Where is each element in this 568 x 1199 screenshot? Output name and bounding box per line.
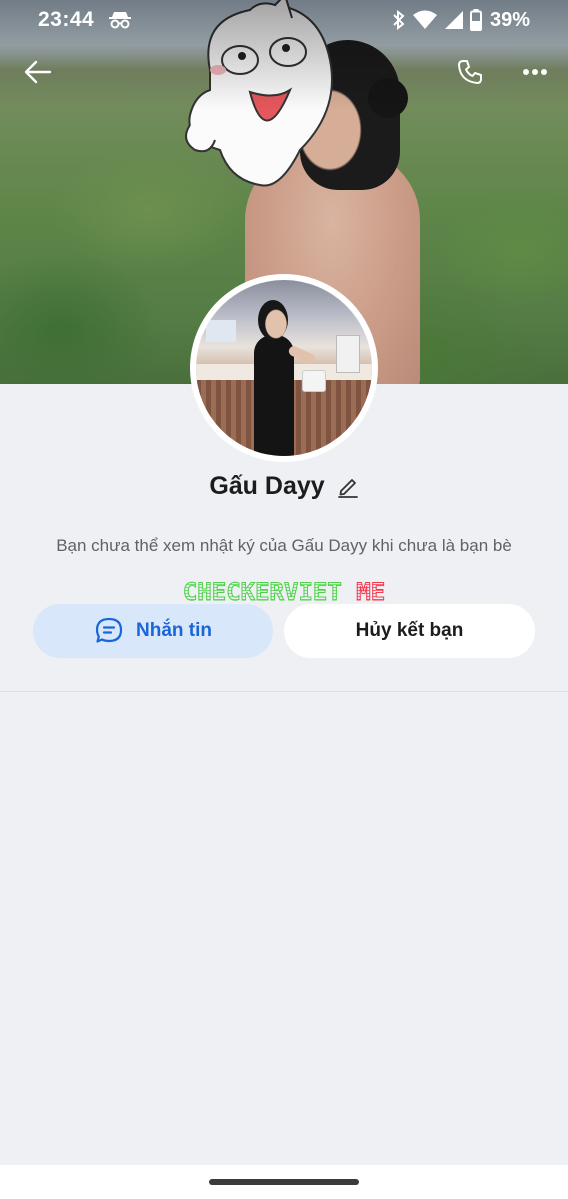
profile-avatar[interactable] bbox=[190, 274, 378, 462]
chat-bubble-icon bbox=[95, 617, 123, 643]
avatar-photo bbox=[196, 280, 372, 456]
watermark: CHECKERVIET ME bbox=[0, 578, 568, 607]
signal-icon bbox=[444, 11, 463, 29]
avatar-figure-bag bbox=[302, 370, 326, 392]
unfriend-button[interactable]: Hủy kết bạn bbox=[284, 604, 535, 658]
battery-percent: 39% bbox=[489, 8, 530, 31]
more-button[interactable] bbox=[513, 50, 557, 94]
incognito-icon bbox=[109, 12, 131, 29]
phone-icon bbox=[458, 60, 482, 84]
section-divider bbox=[0, 691, 568, 692]
status-icons: 39% bbox=[392, 8, 530, 32]
status-bar: 23:44 39% bbox=[0, 0, 568, 40]
privacy-note: Bạn chưa thể xem nhật ký của Gấu Dayy kh… bbox=[56, 536, 512, 555]
watermark-part1: CHECKERVIET bbox=[182, 578, 342, 607]
profile-name: Gấu Dayy bbox=[209, 471, 325, 500]
home-indicator[interactable] bbox=[209, 1179, 359, 1185]
back-arrow-icon bbox=[24, 60, 52, 84]
wifi-icon bbox=[412, 10, 437, 29]
edit-pencil-icon[interactable] bbox=[337, 476, 359, 498]
more-dots-icon bbox=[523, 69, 547, 75]
watermark-part2: ME bbox=[356, 578, 386, 607]
avatar-figure-head bbox=[258, 300, 288, 340]
battery-icon bbox=[469, 9, 482, 31]
call-button[interactable] bbox=[448, 50, 492, 94]
message-button-label: Nhắn tin bbox=[136, 620, 212, 641]
avatar-bg-screen bbox=[206, 320, 236, 342]
message-button[interactable]: Nhắn tin bbox=[33, 604, 273, 658]
status-time: 23:44 bbox=[38, 8, 95, 31]
unfriend-button-label: Hủy kết bạn bbox=[355, 620, 464, 641]
back-button[interactable] bbox=[16, 50, 60, 94]
bluetooth-icon bbox=[393, 10, 405, 30]
profile-name-row: Gấu Dayy bbox=[0, 466, 568, 506]
avatar-bg-sign bbox=[336, 335, 360, 373]
